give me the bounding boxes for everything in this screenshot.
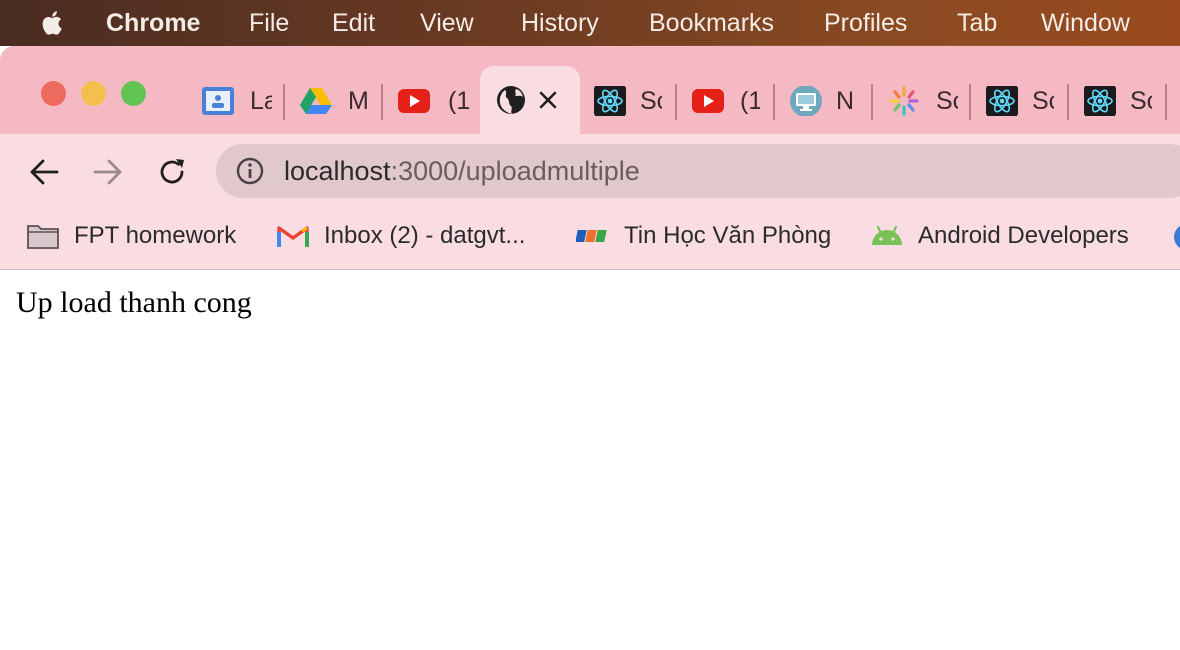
arrow-right-icon xyxy=(93,159,122,185)
bookmark-gmail[interactable]: Inbox (2) - datgvt... xyxy=(276,218,525,254)
url-text: localhost:3000/uploadmultiple xyxy=(284,144,640,198)
apple-logo-icon[interactable] xyxy=(38,8,68,38)
tab-separator xyxy=(969,84,971,120)
bookmark-label: Android Developers xyxy=(918,222,1129,249)
menu-window[interactable]: Window xyxy=(1041,0,1130,46)
tab-title: N xyxy=(836,86,855,115)
bookmark-label: FPT homework xyxy=(74,222,237,249)
react-icon xyxy=(1084,86,1116,116)
react-icon xyxy=(594,86,626,116)
youtube-icon xyxy=(398,86,430,116)
bookmark-tin-hoc[interactable]: Tin Học Văn Phòng xyxy=(576,218,831,254)
tab-separator xyxy=(773,84,775,120)
tab-title: La xyxy=(250,86,272,115)
browser-toolbar: localhost:3000/uploadmultiple FPT homewo… xyxy=(0,134,1180,270)
monitor-icon xyxy=(790,86,822,116)
tab-react-1[interactable]: Sc xyxy=(594,86,662,116)
back-button[interactable] xyxy=(24,152,64,192)
menu-edit[interactable]: Edit xyxy=(332,0,375,46)
tab-separator xyxy=(675,84,677,120)
classroom-icon xyxy=(202,86,234,116)
tab-title: Sc xyxy=(1032,86,1054,115)
tab-active[interactable] xyxy=(480,66,580,134)
fpt-icon xyxy=(576,221,610,251)
tab-pinwheel[interactable]: Sc xyxy=(888,86,958,116)
bookmark-fpt-homework[interactable]: FPT homework xyxy=(26,218,236,254)
google-drive-icon xyxy=(300,86,332,116)
window-maximize-button[interactable] xyxy=(121,81,146,106)
bookmark-label: Inbox (2) - datgvt... xyxy=(324,222,526,249)
window-close-button[interactable] xyxy=(41,81,66,106)
forward-button[interactable] xyxy=(88,152,128,192)
tab-title: (1 xyxy=(448,86,470,115)
tab-title: Sc xyxy=(640,86,662,115)
tab-title: M xyxy=(348,86,369,115)
youtube-icon xyxy=(692,86,724,116)
tab-title: Sc xyxy=(936,86,958,115)
bookmark-label: Tin Học Văn Phòng xyxy=(624,222,832,249)
tab-separator xyxy=(871,84,873,120)
globe-icon xyxy=(497,86,525,114)
tab-monitor[interactable]: N xyxy=(790,86,858,116)
tab-title: Sc xyxy=(1130,86,1152,115)
reload-button[interactable] xyxy=(152,152,192,192)
tab-youtube[interactable]: (1 xyxy=(398,86,470,116)
tab-separator xyxy=(381,84,383,120)
arrow-left-icon xyxy=(30,159,59,185)
site-info-icon[interactable] xyxy=(236,157,264,185)
tab-react-2[interactable]: Sc xyxy=(986,86,1054,116)
menu-tab[interactable]: Tab xyxy=(957,0,997,46)
bookmark-android-developers[interactable]: Android Developers xyxy=(870,218,1129,254)
reload-icon xyxy=(160,159,184,184)
upload-status-message: Up load thanh cong xyxy=(16,286,252,319)
tab-title: (1 xyxy=(740,86,760,115)
menu-bookmarks[interactable]: Bookmarks xyxy=(649,0,774,46)
menu-app-chrome[interactable]: Chrome xyxy=(106,0,200,46)
address-bar[interactable]: localhost:3000/uploadmultiple xyxy=(216,144,1180,198)
bookmark-overflow-icon[interactable] xyxy=(1172,222,1180,252)
tab-separator xyxy=(283,84,285,120)
menu-file[interactable]: File xyxy=(249,0,289,46)
react-icon xyxy=(986,86,1018,116)
folder-icon xyxy=(26,221,60,251)
menu-view[interactable]: View xyxy=(420,0,474,46)
tab-google-drive[interactable]: M xyxy=(300,86,370,116)
tab-react-3[interactable]: Sc xyxy=(1084,86,1152,116)
tab-separator xyxy=(1067,84,1069,120)
android-icon xyxy=(870,221,904,251)
tab-classroom[interactable]: La xyxy=(202,86,272,116)
pinwheel-icon xyxy=(888,86,920,116)
menu-history[interactable]: History xyxy=(521,0,599,46)
menu-profiles[interactable]: Profiles xyxy=(824,0,907,46)
close-tab-icon[interactable] xyxy=(539,91,557,109)
macos-menu-bar: Chrome File Edit View History Bookmarks … xyxy=(0,0,1180,46)
tab-youtube-2[interactable]: (1 xyxy=(692,86,760,116)
url-path: :3000/uploadmultiple xyxy=(390,156,640,186)
page-content: Up load thanh cong xyxy=(0,270,1180,650)
tab-separator xyxy=(1165,84,1167,120)
url-host: localhost xyxy=(284,156,391,186)
window-minimize-button[interactable] xyxy=(81,81,106,106)
browser-window: La M (1 S (1 N S S S localhost:3000/uplo… xyxy=(0,46,1180,650)
gmail-icon xyxy=(276,221,310,251)
tab-strip: La M (1 S (1 N S S S xyxy=(0,46,1180,134)
